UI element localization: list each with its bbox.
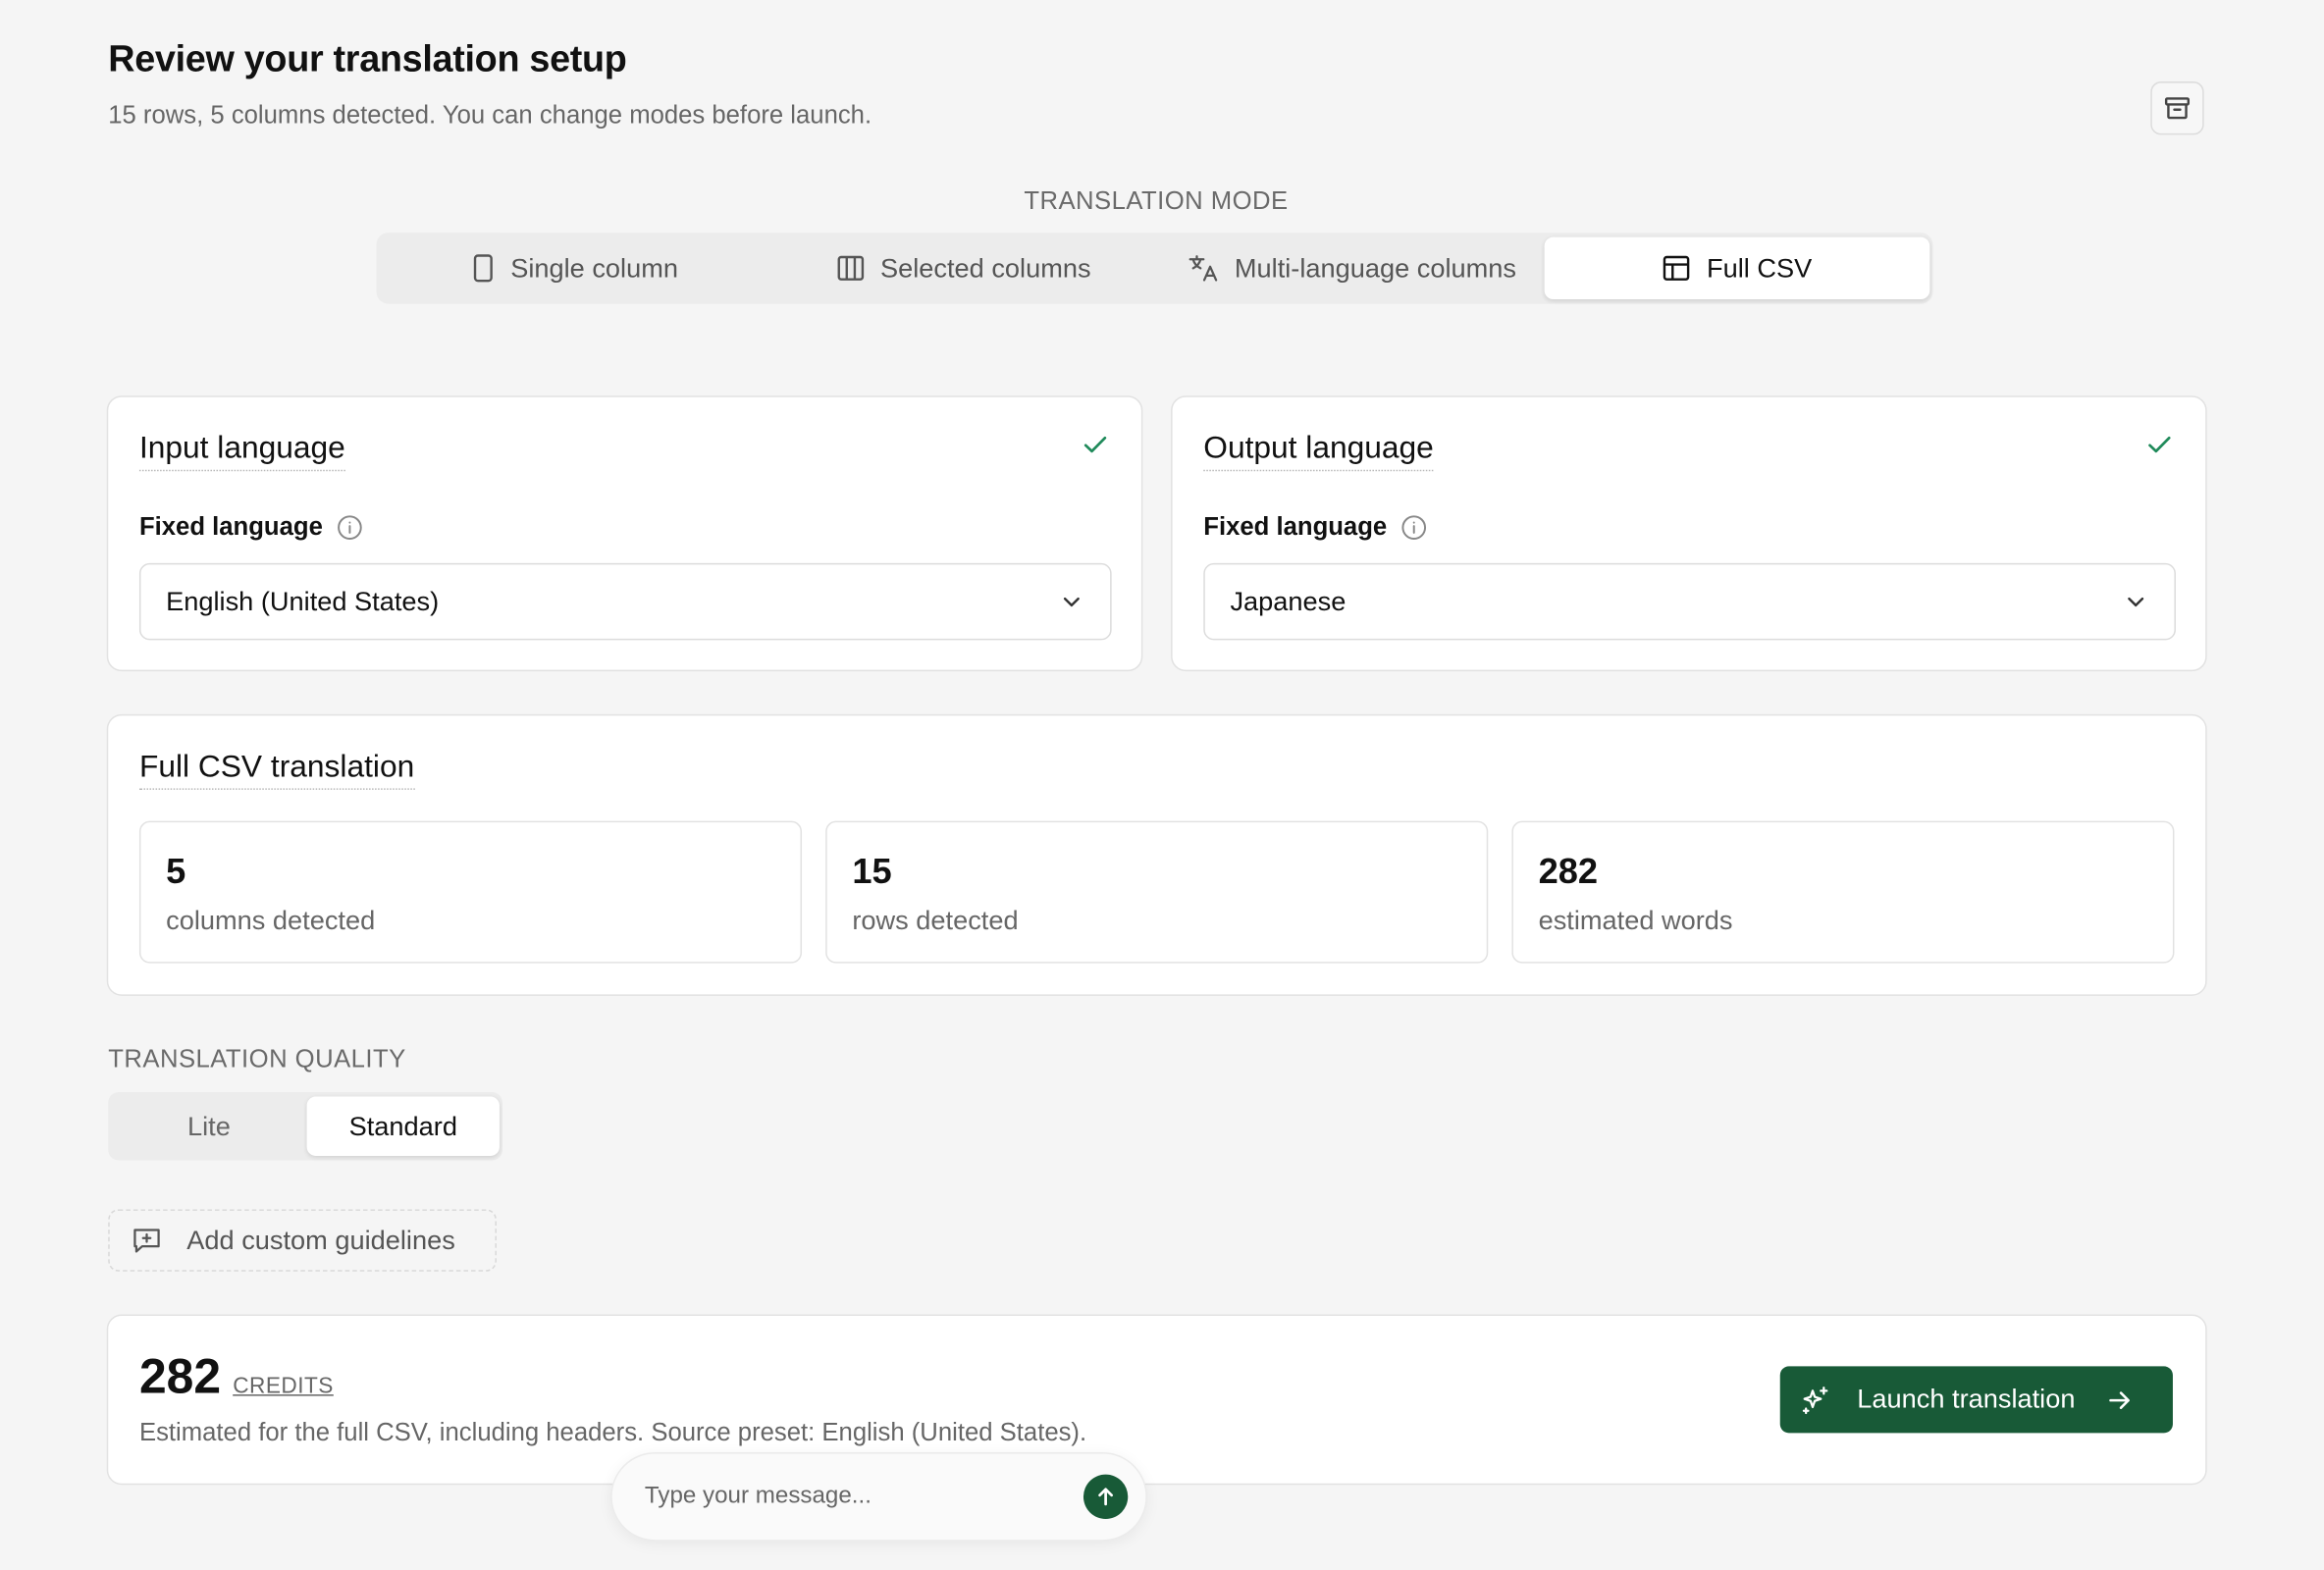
add-custom-guidelines-label: Add custom guidelines [186,1225,455,1255]
input-language-card: Input language Fixed language English (U… [106,395,1143,672]
translation-quality-label: TRANSLATION QUALITY [108,1044,406,1073]
stat-value: 15 [852,852,892,893]
archive-button[interactable] [2150,81,2204,135]
info-icon[interactable] [1400,514,1427,541]
full-csv-card: Full CSV translation 5 columns detected … [106,713,2207,996]
mode-selected-columns[interactable]: Selected columns [769,237,1158,299]
launch-translation-button[interactable]: Launch translation [1779,1366,2173,1434]
credits-display: 282 CREDITS [139,1348,334,1404]
mode-full-csv-label: Full CSV [1706,252,1813,283]
output-language-select[interactable]: Japanese [1203,562,2176,641]
output-language-field-label: Fixed language [1203,513,1427,543]
page-subtitle: 15 rows, 5 columns detected. You can cha… [108,100,872,130]
arrow-up-icon [1098,1488,1114,1506]
mode-multi-language-columns[interactable]: Multi-language columns [1157,237,1546,299]
phone-rectangle-icon [474,254,494,283]
info-icon[interactable] [336,514,362,541]
input-language-select[interactable]: English (United States) [138,562,1112,641]
quality-standard[interactable]: Standard [306,1096,500,1156]
mode-full-csv[interactable]: Full CSV [1544,236,1930,300]
input-language-value: English (United States) [166,586,440,616]
columns-icon [837,255,865,281]
mode-single-column-label: Single column [510,252,678,283]
add-custom-guidelines-button[interactable]: Add custom guidelines [108,1209,497,1272]
translation-quality-selector: Lite Standard [108,1092,502,1161]
message-plus-icon [133,1229,160,1253]
chat-message-input[interactable] [641,1482,1063,1512]
translate-icon [1188,255,1218,282]
stat-estimated-words: 282 estimated words [1511,820,2175,964]
translation-setup-page: Review your translation setup 15 rows, 5… [0,0,2324,1569]
mode-multi-language-columns-label: Multi-language columns [1234,252,1517,283]
output-fixed-language-label: Fixed language [1203,512,1388,542]
arrow-right-icon [2109,1390,2131,1409]
archive-icon [2164,97,2191,120]
output-language-title: Output language [1203,431,1434,472]
output-language-card: Output language Fixed language Japanese [1171,395,2207,672]
send-button[interactable] [1083,1474,1129,1519]
chat-input-bar [610,1451,1147,1542]
page-title: Review your translation setup [108,38,627,80]
stat-rows-detected: 15 rows detected [825,820,1489,964]
chevron-down-icon [2128,597,2144,607]
quality-lite[interactable]: Lite [113,1097,305,1156]
full-csv-title: Full CSV translation [138,750,415,790]
stat-value: 282 [1538,852,1599,893]
check-icon [1083,436,1107,453]
check-icon [2148,436,2171,453]
mode-single-column[interactable]: Single column [381,237,769,299]
credits-description: Estimated for the full CSV, including he… [138,1418,1087,1446]
stat-label: columns detected [166,905,376,935]
table-icon [1664,255,1691,281]
output-language-value: Japanese [1230,586,1347,616]
input-language-field-label: Fixed language [139,513,363,543]
chevron-down-icon [1063,597,1080,607]
stat-label: rows detected [852,905,1019,935]
sparkles-icon [1802,1386,1828,1414]
mode-selected-columns-label: Selected columns [879,252,1091,283]
stat-value: 5 [166,852,186,893]
input-language-title: Input language [138,431,345,472]
credits-value: 282 [138,1348,222,1404]
translation-mode-selector: Single column Selected columns Multi-lan… [376,233,1933,304]
input-fixed-language-label: Fixed language [138,512,323,542]
stat-columns-detected: 5 columns detected [138,820,803,964]
launch-translation-label: Launch translation [1857,1384,2076,1414]
translation-mode-label: TRANSLATION MODE [1024,186,1289,215]
credits-unit: CREDITS [233,1373,334,1399]
stat-label: estimated words [1538,905,1733,935]
